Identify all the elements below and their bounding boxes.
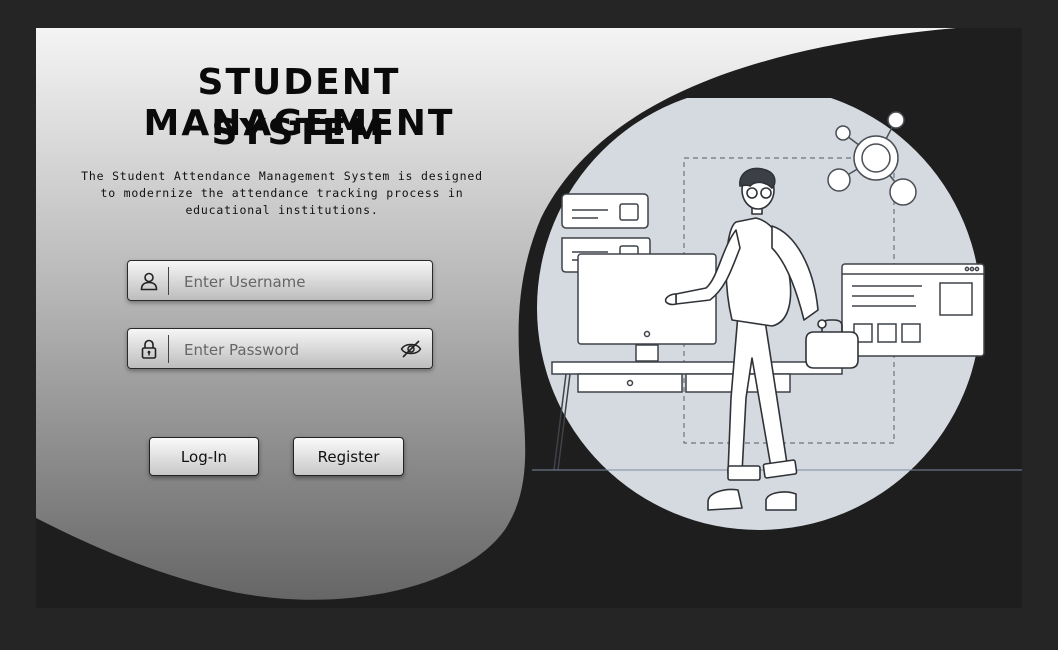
login-button[interactable]: Log-In [149, 437, 259, 476]
browser-window-icon [841, 263, 985, 357]
field-divider [168, 267, 169, 295]
password-field [127, 328, 433, 369]
system-description: The Student Attendance Management System… [81, 169, 483, 217]
illustration [532, 98, 1022, 530]
eye-slash-icon[interactable] [400, 339, 422, 359]
page-title-line-2: SYSTEM [211, 112, 387, 153]
login-screen: STUDENT MANAGEMENT SYSTEM The Student At… [36, 28, 1022, 608]
username-input[interactable] [182, 267, 386, 297]
register-button[interactable]: Register [293, 437, 404, 476]
username-field [127, 260, 433, 301]
user-icon [140, 272, 158, 291]
field-divider [168, 335, 169, 363]
lock-icon [141, 339, 157, 359]
password-input[interactable] [182, 335, 386, 365]
